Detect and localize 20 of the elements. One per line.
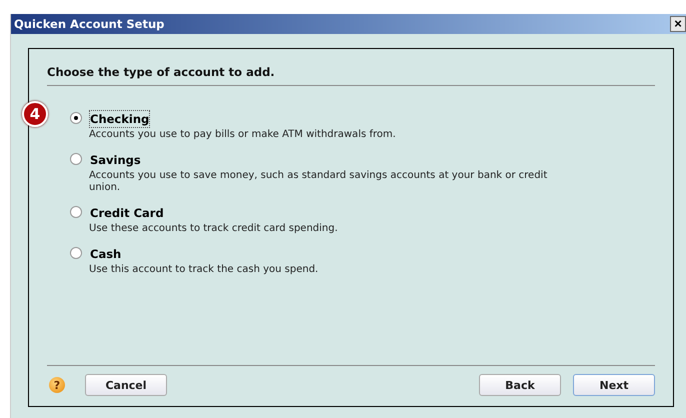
step-badge: 4 [22,101,48,127]
option-description: Accounts you use to pay bills or make ATM withdrawals from. [89,129,397,141]
option-label[interactable]: Savings [89,151,142,169]
option-description: Use this account to track the cash you spend. [89,264,320,276]
radio-button[interactable] [70,247,82,259]
radio-button[interactable] [70,153,82,165]
radio-button[interactable] [70,112,82,124]
dialog-button[interactable]: Next [573,374,655,396]
option-label[interactable]: Checking [89,110,150,128]
window-title: Quicken Account Setup [14,17,164,31]
option-description: Use these accounts to track credit card spending. [89,223,339,235]
heading: Choose the type of account to add. [47,64,276,81]
option-label[interactable]: Credit Card [89,204,165,222]
dialog-button[interactable]: Cancel [85,374,167,396]
option-label[interactable]: Cash [89,245,122,263]
option-description: Accounts you use to save money, such as standard savings accounts at your bank or credit union. [89,170,548,194]
help-icon[interactable]: ? [49,377,65,393]
radio-button[interactable] [70,206,82,218]
close-button[interactable]: × [670,16,686,32]
dialog-button[interactable]: Back [479,374,561,396]
